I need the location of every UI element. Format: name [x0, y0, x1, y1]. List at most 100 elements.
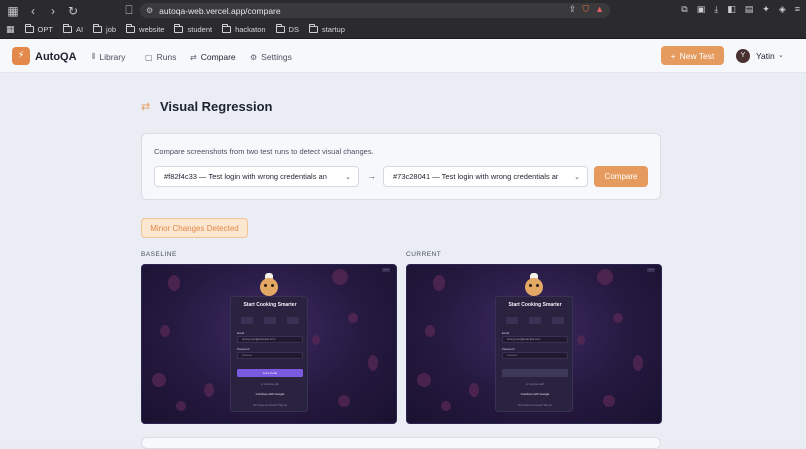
share-icon[interactable]: ⇪: [569, 4, 577, 15]
bookmark-folder[interactable]: OPT: [24, 24, 53, 34]
folder-icon: [93, 24, 103, 33]
preview-title: Start Cooking Smarter: [508, 302, 562, 308]
main-content: [0, 73, 806, 444]
baseline-screenshot[interactable]: ··· Start Cooking Smarter Email wrong.us…: [141, 264, 397, 424]
reload-icon[interactable]: ↻: [66, 4, 80, 18]
new-test-label: New Test: [679, 50, 715, 61]
preview-footer: Don't have an account? Sign up: [518, 404, 552, 407]
folder-icon: [126, 24, 136, 33]
bookmark-folder[interactable]: hackaton: [222, 24, 266, 34]
bookmark-label: job: [106, 25, 117, 34]
baseline-caption: BASELINE: [141, 251, 177, 258]
bookmark-folder[interactable]: DS: [275, 24, 299, 34]
preview-email-field: wrong.user@example.com: [502, 336, 568, 343]
folder-icon: [222, 24, 232, 33]
preview-title: Start Cooking Smarter: [243, 302, 297, 308]
preview-google-button: Continue with Google: [520, 392, 550, 396]
current-run-select[interactable]: #73c28041 — Test login with wrong creden…: [383, 166, 588, 187]
site-info-icon[interactable]: ⚙: [146, 6, 153, 15]
diff-card: [141, 437, 661, 449]
clipboard-icon: ▢: [145, 52, 153, 62]
chevron-down-icon: ⌄: [345, 174, 351, 181]
nav-settings[interactable]: ⚙ Settings: [250, 52, 292, 62]
compare-icon: ⇄: [190, 52, 197, 62]
preview-password-label: Password: [237, 347, 250, 351]
more-icon: ···: [382, 267, 390, 272]
back-icon[interactable]: ‹: [26, 4, 40, 18]
preview-email-label: Email: [502, 331, 509, 335]
alert-icon[interactable]: ▲: [595, 4, 604, 15]
bookmark-icon[interactable]: ⎕: [122, 3, 136, 17]
preview-password-label: Password: [502, 347, 515, 351]
bookmark-folder[interactable]: website: [126, 24, 165, 34]
bookmark-label: website: [139, 25, 165, 34]
preview-password-field: ••••••••••: [237, 352, 303, 359]
nav-library[interactable]: ⫴ Library: [92, 52, 125, 62]
nav-label: Runs: [156, 52, 177, 62]
login-card-preview: Start Cooking Smarter Email wrong.user@e…: [495, 296, 573, 412]
autoqa-logo-icon[interactable]: ⚡: [12, 47, 30, 65]
chevron-down-icon: ⌄: [574, 174, 580, 181]
page-title: Visual Regression: [160, 99, 273, 114]
more-icon: ···: [647, 267, 655, 272]
preview-login-button: Let's Cook: [237, 369, 303, 377]
baseline-run-select[interactable]: #f82f4c33 — Test login with wrong creden…: [154, 166, 359, 187]
compare-icon: ⇄: [141, 101, 151, 113]
preview-email-label: Email: [237, 331, 244, 335]
menu-icon[interactable]: ≡: [795, 4, 800, 15]
sidebar-toggle-icon[interactable]: ▦: [6, 4, 20, 18]
preview-password-field: ••••••••••: [502, 352, 568, 359]
nav-label: Settings: [261, 52, 292, 62]
preview-divider-text: or continue with: [525, 383, 545, 386]
compare-button[interactable]: Compare: [594, 166, 648, 187]
bookmark-label: DS: [288, 25, 299, 34]
brand-name[interactable]: AutoQA: [35, 51, 77, 63]
current-screenshot[interactable]: ··· Start Cooking Smarter Email wrong.us…: [406, 264, 662, 424]
preview-login-button-loading: [502, 369, 568, 377]
url-text: autoqa-web.vercel.app/compare: [159, 5, 281, 16]
nav-compare[interactable]: ⇄ Compare: [190, 52, 236, 62]
plus-icon: +: [670, 50, 676, 61]
new-test-button[interactable]: + New Test: [661, 46, 724, 65]
status-badge: Minor Changes Detected: [141, 218, 248, 238]
shield-icon[interactable]: ⛉: [582, 4, 589, 15]
folder-icon: [308, 24, 318, 33]
browser-toolbar: ▦ ‹ › ↻ ⎕ ⚙ autoqa-web.vercel.app/compar…: [0, 0, 806, 21]
preview-divider-text: or continue with: [260, 383, 280, 386]
ai-icon[interactable]: ✦: [762, 4, 770, 15]
bookmark-folder[interactable]: AI: [62, 24, 84, 34]
bookmark-label: OPT: [37, 25, 53, 34]
vpn-icon[interactable]: ◈: [779, 4, 786, 15]
preview-google-button: Continue with Google: [255, 392, 285, 396]
forward-icon[interactable]: ›: [46, 4, 60, 18]
sidebar-icon[interactable]: ◧: [727, 4, 736, 15]
notifications-icon[interactable]: ▤: [745, 4, 754, 15]
reader-icon[interactable]: ▣: [697, 4, 706, 15]
apps-icon[interactable]: ▦: [6, 24, 15, 35]
nav-label: Library: [99, 52, 126, 62]
current-caption: CURRENT: [406, 251, 442, 258]
bookmarks-bar: ▦ OPT AI job website student hackaton DS…: [0, 21, 806, 39]
folder-icon: [174, 24, 184, 33]
preview-footer: Don't have an account? Sign up: [253, 404, 287, 407]
address-bar[interactable]: ⚙ autoqa-web.vercel.app/compare ⇪ ⛉ ▲: [140, 3, 610, 18]
library-icon: ⫴: [92, 52, 96, 61]
select-value: #73c28041 — Test login with wrong creden…: [393, 172, 559, 181]
bookmark-label: student: [187, 25, 213, 34]
compare-description: Compare screenshots from two test runs t…: [154, 147, 374, 156]
bookmark-label: startup: [321, 25, 345, 34]
nav-label: Compare: [200, 52, 236, 62]
nav-runs[interactable]: ▢ Runs: [145, 52, 176, 62]
folder-icon: [24, 24, 34, 33]
user-name[interactable]: Yatin: [756, 51, 775, 61]
extensions-icon[interactable]: ⧉: [681, 4, 687, 15]
avatar[interactable]: Y: [736, 49, 750, 63]
select-value: #f82f4c33 — Test login with wrong creden…: [164, 172, 327, 181]
bookmark-label: AI: [75, 25, 84, 34]
bookmark-folder[interactable]: student: [174, 24, 213, 34]
download-icon[interactable]: ⤓: [714, 4, 718, 15]
bookmark-folder[interactable]: startup: [308, 24, 345, 34]
chevron-down-icon[interactable]: ⌄: [778, 51, 784, 59]
bookmark-folder[interactable]: job: [93, 24, 117, 34]
preview-email-field: wrong.user@example.com: [237, 336, 303, 343]
